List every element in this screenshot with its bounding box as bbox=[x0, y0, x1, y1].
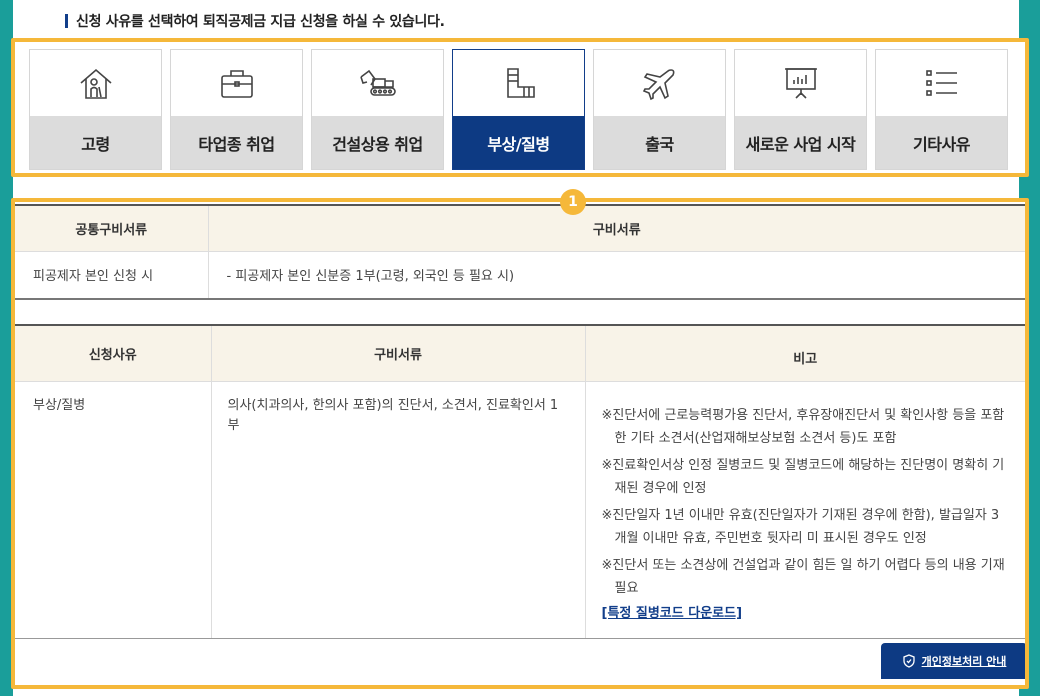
disease-code-download-link[interactable]: [특정 질병코드 다운로드] bbox=[602, 604, 743, 624]
note-item: ※진단서 또는 소견상에 건설업과 같이 힘든 일 하기 어렵다 등의 내용 기… bbox=[601, 558, 1005, 596]
tab-injury-illness[interactable]: 부상/질병 bbox=[452, 49, 585, 170]
tab-other-industry[interactable]: 타업종 취업 bbox=[170, 49, 303, 170]
tab-other-reason[interactable]: 기타사유 bbox=[875, 49, 1008, 170]
notes-cell: ※진단서에 근로능력평가용 진단서, 후유장애진단서 및 확인사항 등을 포함한… bbox=[585, 381, 1025, 639]
note-item: ※진료확인서상 인정 질병코드 및 질병코드에 해당하는 진단명이 명확히 기재… bbox=[601, 458, 1005, 496]
airplane-icon bbox=[642, 69, 674, 101]
tab-label: 새로운 사업 시작 bbox=[735, 116, 866, 169]
column-header: 신청사유 bbox=[15, 325, 212, 382]
tab-label: 고령 bbox=[30, 116, 161, 169]
table-row: 부상/질병 의사(치과의사, 한의사 포함)의 진단서, 소견서, 진료확인서 … bbox=[15, 381, 1025, 639]
column-header: 비고 bbox=[585, 325, 1025, 382]
column-header: 구비서류 bbox=[211, 325, 586, 382]
privacy-info-label: 개인정보처리 안내 bbox=[921, 655, 1007, 668]
list-icon bbox=[925, 70, 957, 96]
tab-label: 출국 bbox=[594, 116, 725, 169]
footer-divider bbox=[85, 688, 330, 689]
tab-departure[interactable]: 출국 bbox=[593, 49, 726, 170]
cast-injury-icon bbox=[506, 68, 535, 98]
table-cell: - 피공제자 본인 신분증 1부(고령, 외국인 등 필요 시) bbox=[208, 251, 1025, 300]
reason-documents-table: 신청사유 구비서류 비고 부상/질병 의사(치과의사, 한의사 포함)의 진단서… bbox=[15, 324, 1025, 639]
notice-bar bbox=[65, 14, 68, 28]
table-row: 피공제자 본인 신청 시 - 피공제자 본인 신분증 1부(고령, 외국인 등 … bbox=[15, 251, 1025, 300]
reason-cell: 부상/질병 bbox=[15, 381, 212, 639]
documents-panel: 공통구비서류 구비서류 피공제자 본인 신청 시 - 피공제자 본인 신분증 1… bbox=[11, 198, 1029, 689]
tab-label: 기타사유 bbox=[876, 116, 1007, 169]
shield-icon bbox=[902, 654, 915, 668]
tab-label: 타업종 취업 bbox=[171, 116, 302, 169]
privacy-info-button[interactable]: 개인정보처리 안내 bbox=[881, 643, 1025, 679]
excavator-icon bbox=[359, 69, 396, 96]
presentation-board-icon bbox=[784, 68, 817, 99]
table-cell: 피공제자 본인 신청 시 bbox=[15, 251, 209, 300]
reason-tabs-frame: 고령 타업종 취업 건설상용 취업 부상/질병 출국 새로운 사업 시작 기타사… bbox=[11, 38, 1029, 177]
documents-cell: 의사(치과의사, 한의사 포함)의 진단서, 소견서, 진료확인서 1부 bbox=[211, 381, 586, 639]
note-item: ※진단일자 1년 이내만 유효(진단일자가 기재된 경우에 한함), 발급일자 … bbox=[601, 508, 1000, 546]
step-badge: 1 bbox=[560, 189, 586, 215]
common-documents-table: 공통구비서류 구비서류 피공제자 본인 신청 시 - 피공제자 본인 신분증 1… bbox=[15, 204, 1025, 300]
column-header: 구비서류 bbox=[208, 205, 1025, 252]
tab-construction-employment[interactable]: 건설상용 취업 bbox=[311, 49, 444, 170]
notice-label: 신청 사유를 선택하여 퇴직공제금 지급 신청을 하실 수 있습니다. bbox=[76, 14, 445, 30]
elderly-house-icon bbox=[79, 68, 112, 99]
tab-label: 건설상용 취업 bbox=[312, 116, 443, 169]
reason-tabs: 고령 타업종 취업 건설상용 취업 부상/질병 출국 새로운 사업 시작 기타사… bbox=[29, 49, 1008, 170]
notice-text: 신청 사유를 선택하여 퇴직공제금 지급 신청을 하실 수 있습니다. bbox=[65, 11, 445, 31]
briefcase-icon bbox=[220, 70, 253, 98]
tab-label: 부상/질병 bbox=[453, 116, 584, 169]
column-header: 공통구비서류 bbox=[15, 205, 209, 252]
tab-new-business[interactable]: 새로운 사업 시작 bbox=[734, 49, 867, 170]
tab-elderly[interactable]: 고령 bbox=[29, 49, 162, 170]
note-item: ※진단서에 근로능력평가용 진단서, 후유장애진단서 및 확인사항 등을 포함한… bbox=[601, 408, 1005, 446]
